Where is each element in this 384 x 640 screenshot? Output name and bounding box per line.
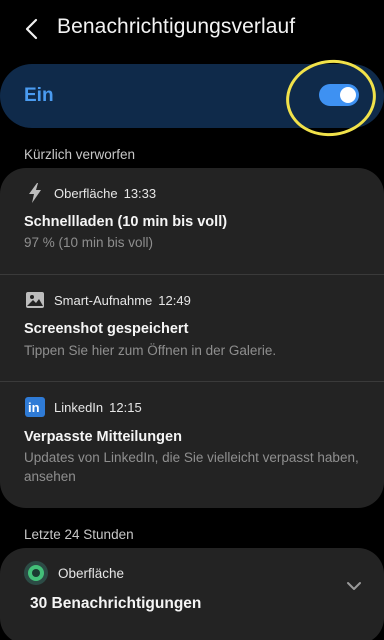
- notification-count: 30 Benachrichtigungen: [30, 595, 202, 612]
- notification-item[interactable]: Oberfläche 13:33 Schnellladen (10 min bi…: [0, 168, 384, 274]
- notification-time: 13:33: [123, 185, 157, 201]
- notification-history-screen: Benachrichtigungsverlauf Ein Kürzlich ve…: [0, 0, 384, 640]
- image-icon: [24, 289, 46, 311]
- chevron-left-icon: [25, 18, 38, 40]
- app-row: Oberfläche: [24, 560, 124, 586]
- back-button[interactable]: [18, 14, 46, 44]
- recent-notifications-card: Oberfläche 13:33 Schnellladen (10 min bi…: [0, 168, 384, 508]
- app-name: Oberfläche: [58, 565, 125, 581]
- notification-body: Tippen Sie hier zum Öffnen in der Galeri…: [24, 343, 277, 358]
- notification-title: Verpasste Mitteilungen: [24, 429, 182, 445]
- section-label-recently-dismissed: Kürzlich verworfen: [24, 147, 136, 162]
- header: Benachrichtigungsverlauf: [0, 0, 384, 58]
- notification-app-name: Oberfläche: [54, 185, 118, 201]
- toggle-knob: [340, 87, 356, 103]
- notification-header: Smart-Aufnahme 12:49: [24, 289, 191, 311]
- notification-item[interactable]: Smart-Aufnahme 12:49 Screenshot gespeich…: [0, 275, 384, 381]
- android-circle-icon: [24, 561, 48, 585]
- svg-text:in: in: [28, 400, 40, 415]
- notification-header: Oberfläche 13:33: [24, 182, 156, 204]
- linkedin-logo-icon: in: [24, 396, 46, 418]
- page-title: Benachrichtigungsverlauf: [57, 15, 296, 38]
- notification-title: Schnellladen (10 min bis voll): [24, 214, 228, 230]
- notification-time: 12:49: [158, 292, 191, 308]
- last-24-hours-app-card[interactable]: Oberfläche 30 Benachrichtigungen: [0, 548, 384, 640]
- notification-app-name: LinkedIn: [54, 399, 104, 415]
- master-switch-label: Ein: [24, 85, 54, 106]
- notification-body: Updates von LinkedIn, die Sie vielleicht…: [24, 450, 359, 484]
- master-toggle-switch[interactable]: [319, 84, 359, 106]
- notification-time: 12:15: [109, 399, 142, 415]
- notification-app-name: Smart-Aufnahme: [54, 292, 153, 308]
- lightning-bolt-icon: [24, 182, 46, 204]
- notification-item[interactable]: in LinkedIn 12:15 Verpasste Mitteilungen…: [0, 382, 384, 508]
- chevron-down-icon[interactable]: [344, 576, 364, 596]
- section-label-last-24-hours: Letzte 24 Stunden: [24, 527, 134, 542]
- notification-title: Screenshot gespeichert: [24, 321, 189, 337]
- notification-body: 97 % (10 min bis voll): [24, 235, 154, 250]
- notification-header: in LinkedIn 12:15: [24, 396, 142, 418]
